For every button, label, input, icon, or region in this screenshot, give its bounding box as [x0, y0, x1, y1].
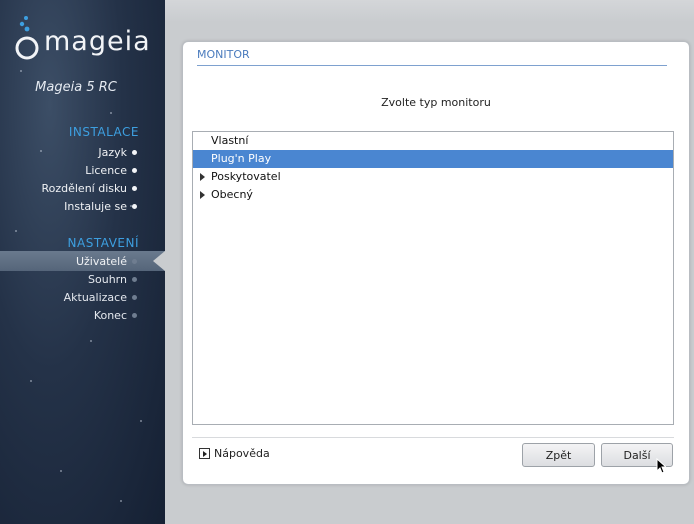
- help-label: Nápověda: [214, 447, 270, 460]
- logo-text: mageia: [44, 26, 151, 57]
- tree-item-label: Poskytovatel: [211, 170, 281, 183]
- step-konec: Konec: [93, 309, 127, 322]
- step-jazyk: Jazyk: [98, 146, 127, 159]
- expand-arrow-icon[interactable]: [200, 173, 205, 181]
- step-licence: Licence: [85, 164, 127, 177]
- expand-arrow-icon[interactable]: [200, 191, 205, 199]
- step-pending-dot-icon: [132, 313, 137, 318]
- tree-item-obecny[interactable]: Obecný: [193, 186, 673, 204]
- prompt-text: Zvolte typ monitoru: [381, 96, 491, 109]
- step-done-dot-icon: [132, 168, 137, 173]
- step-done-dot-icon: [132, 204, 137, 209]
- step-done-dot-icon: [132, 150, 137, 155]
- step-done-dot-icon: [132, 186, 137, 191]
- step-pending-dot-icon: [132, 295, 137, 300]
- tree-item-label: Obecný: [211, 188, 253, 201]
- step-pending-dot-icon: [132, 259, 137, 264]
- sidebar: mageia Mageia 5 RC INSTALACE Jazyk Licen…: [0, 0, 165, 524]
- tree-item-vlastni[interactable]: Vlastní: [193, 132, 673, 150]
- step-uzivatele: Uživatelé: [75, 255, 127, 268]
- top-band: [165, 0, 694, 22]
- tree-item-label: Vlastní: [211, 134, 249, 147]
- dialog-title: MONITOR: [197, 48, 250, 61]
- step-souhrn: Souhrn: [88, 273, 127, 286]
- monitor-dialog: MONITOR Zvolte typ monitoru Vlastní Plug…: [182, 41, 690, 485]
- current-step-pointer-icon: [153, 251, 165, 271]
- step-aktualizace: Aktualizace: [63, 291, 127, 304]
- tree-item-poskytovatel[interactable]: Poskytovatel: [193, 168, 673, 186]
- mouse-pointer-icon: [656, 458, 666, 474]
- tree-item-plug-n-play[interactable]: Plug'n Play: [193, 150, 673, 168]
- version-label: Mageia 5 RC: [35, 80, 117, 95]
- section-heading-nastaveni: NASTAVENÍ: [67, 236, 139, 250]
- step-rozdeleni-disku: Rozdělení disku: [41, 182, 127, 195]
- help-arrow-icon: [199, 448, 210, 459]
- step-instaluje-se: Instaluje se: [64, 200, 127, 213]
- back-button[interactable]: Zpět: [522, 443, 595, 467]
- section-heading-instalace: INSTALACE: [68, 125, 139, 139]
- step-pending-dot-icon: [132, 277, 137, 282]
- title-divider: [197, 65, 667, 66]
- tree-item-label: Plug'n Play: [211, 152, 272, 165]
- monitor-type-tree[interactable]: Vlastní Plug'n Play Poskytovatel Obecný: [192, 131, 674, 425]
- button-bar-divider: [192, 437, 674, 438]
